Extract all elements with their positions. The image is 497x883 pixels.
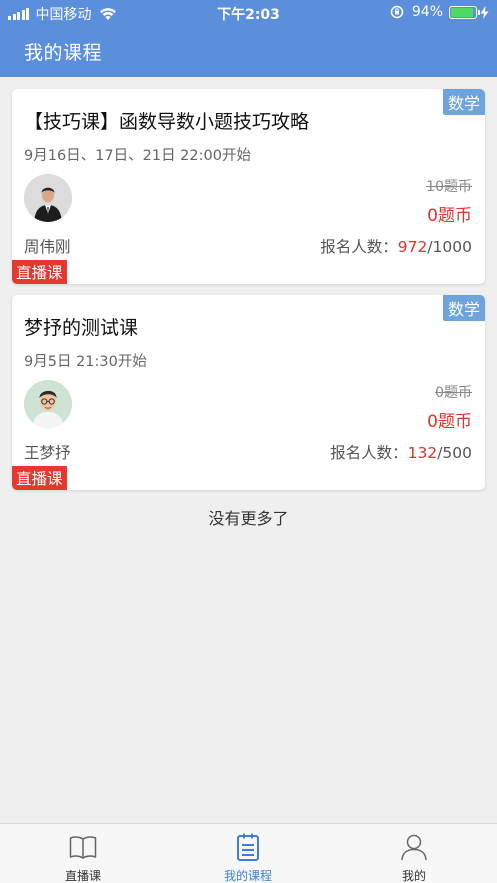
page-title: 我的课程	[24, 42, 103, 64]
rotation-lock-icon	[390, 5, 404, 19]
tab-label: 我的课程	[223, 869, 272, 883]
tab-my-courses[interactable]: 我的课程	[198, 824, 298, 883]
battery-icon	[449, 5, 480, 19]
status-bar: 中国移动 下午2:03 94%	[0, 0, 497, 26]
original-price: 10题币	[426, 179, 472, 195]
teacher-avatar	[24, 174, 72, 222]
original-price: 0题币	[435, 385, 472, 401]
status-right: 94%	[390, 4, 489, 20]
book-icon	[69, 836, 97, 859]
list-end-message: 没有更多了	[208, 509, 289, 528]
teacher-avatar	[24, 380, 72, 428]
person-icon	[401, 834, 427, 861]
tab-profile[interactable]: 我的	[364, 824, 464, 883]
tab-label: 我的	[401, 869, 426, 883]
live-tag: 直播课	[12, 260, 67, 284]
course-time: 9月5日 21:30开始	[24, 354, 147, 370]
battery-percent: 94%	[411, 4, 443, 20]
course-title: 梦抒的测试课	[24, 317, 139, 339]
course-time: 9月16日、17日、21日 22:00开始	[24, 148, 251, 164]
live-tag: 直播课	[12, 466, 67, 490]
current-price: 0题币	[427, 412, 472, 432]
enroll-capacity: /500	[437, 444, 472, 462]
bottom-tab-bar: 直播课 我的课程 我的	[0, 823, 497, 883]
current-price: 0题币	[427, 206, 472, 226]
teacher-name: 王梦抒	[24, 444, 71, 462]
subject-tag: 数学	[442, 295, 485, 321]
teacher-name: 周伟刚	[24, 238, 71, 256]
enroll-label: 报名人数：	[320, 238, 398, 256]
course-card[interactable]: 数学 【技巧课】函数导数小题技巧攻略 9月16日、17日、21日 22:00开始…	[12, 89, 485, 284]
course-title: 【技巧课】函数导数小题技巧攻略	[24, 111, 310, 133]
clipboard-icon	[237, 833, 259, 861]
enroll-count: 972	[397, 238, 428, 256]
course-card[interactable]: 数学 梦抒的测试课 9月5日 21:30开始 王梦抒 0题币 0题币 报名人数：…	[12, 295, 485, 490]
tab-label: 直播课	[64, 869, 101, 883]
enroll-label: 报名人数：	[330, 444, 408, 462]
enroll-capacity: /1000	[427, 238, 472, 256]
charging-icon	[480, 5, 489, 19]
subject-tag: 数学	[442, 89, 485, 115]
enroll-count: 132	[407, 444, 438, 462]
app-header: 中国移动 下午2:03 94% 我的课程	[0, 0, 497, 77]
tab-live-courses[interactable]: 直播课	[33, 824, 133, 883]
enrollment-info: 报名人数：132/500	[330, 441, 472, 463]
enrollment-info: 报名人数：972/1000	[320, 235, 472, 257]
